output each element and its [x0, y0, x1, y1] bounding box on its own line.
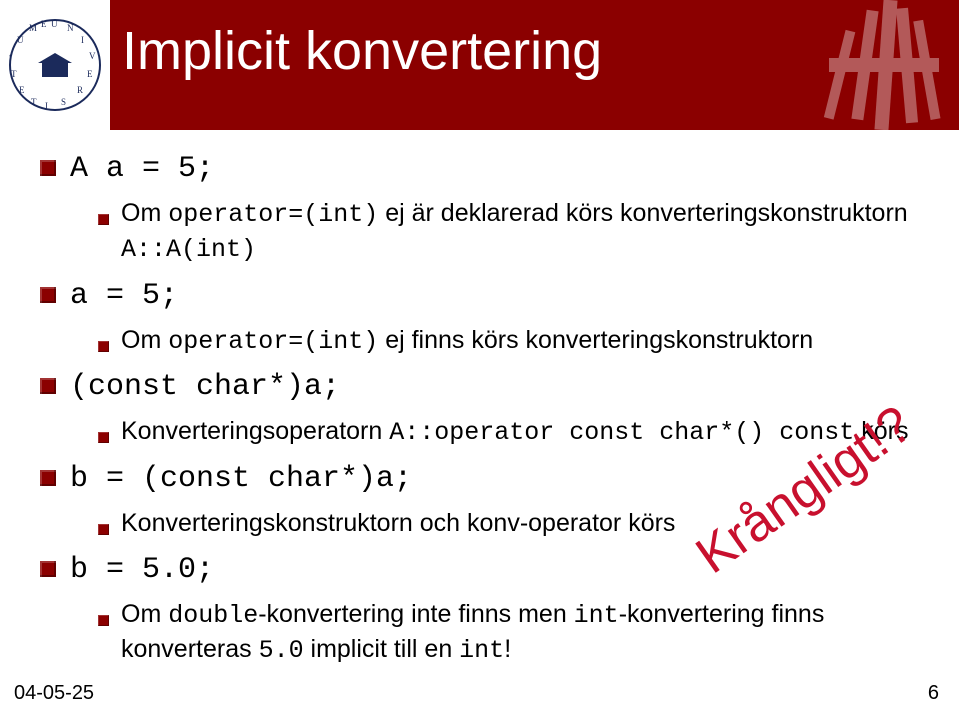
- university-logo: U N I V E R S I T E T • U M E: [0, 0, 110, 130]
- bullet-2: a = 5;: [40, 277, 909, 316]
- header-decoration-icon: [789, 0, 959, 130]
- bullet-1a-text: Om operator=(int) ej är deklarerad körs …: [121, 197, 909, 267]
- footer-date: 04-05-25: [14, 682, 94, 705]
- bullet-marker-icon: [98, 432, 109, 443]
- bullet-5: b = 5.0;: [40, 551, 909, 590]
- slide: U N I V E R S I T E T • U M E Impli: [0, 0, 959, 715]
- slide-content: A a = 5; Om operator=(int) ej är deklare…: [40, 150, 909, 677]
- header-bar: U N I V E R S I T E T • U M E Impli: [0, 0, 959, 130]
- bullet-1: A a = 5;: [40, 150, 909, 189]
- bullet-marker-icon: [40, 561, 56, 577]
- bullet-3a: Konverteringsoperatorn A::operator const…: [98, 415, 909, 450]
- bullet-marker-icon: [40, 287, 56, 303]
- bullet-1a: Om operator=(int) ej är deklarerad körs …: [98, 197, 909, 267]
- bullet-5a-text: Om double-konvertering inte finns men in…: [121, 598, 909, 668]
- bullet-3: (const char*)a;: [40, 368, 909, 407]
- bullet-marker-icon: [98, 615, 109, 626]
- slide-title: Implicit konvertering: [122, 20, 602, 82]
- bullet-marker-icon: [98, 524, 109, 535]
- bullet-5a: Om double-konvertering inte finns men in…: [98, 598, 909, 668]
- bullet-1-text: A a = 5;: [70, 150, 214, 189]
- bullet-4a-text: Konverteringskonstruktorn och konv-opera…: [121, 507, 675, 541]
- bullet-3a-text: Konverteringsoperatorn A::operator const…: [121, 415, 908, 450]
- bullet-marker-icon: [40, 160, 56, 176]
- bullet-5-text: b = 5.0;: [70, 551, 214, 590]
- bullet-marker-icon: [98, 214, 109, 225]
- seal-text-ring: U N I V E R S I T E T • U M E: [11, 21, 99, 109]
- footer-page-number: 6: [928, 682, 939, 705]
- bullet-marker-icon: [98, 341, 109, 352]
- bullet-2a-text: Om operator=(int) ej finns körs konverte…: [121, 324, 813, 359]
- logo-seal: U N I V E R S I T E T • U M E: [9, 19, 101, 111]
- bullet-2a: Om operator=(int) ej finns körs konverte…: [98, 324, 909, 359]
- bullet-2-text: a = 5;: [70, 277, 178, 316]
- bullet-marker-icon: [40, 470, 56, 486]
- bullet-4-text: b = (const char*)a;: [70, 460, 412, 499]
- bullet-marker-icon: [40, 378, 56, 394]
- bullet-3-text: (const char*)a;: [70, 368, 340, 407]
